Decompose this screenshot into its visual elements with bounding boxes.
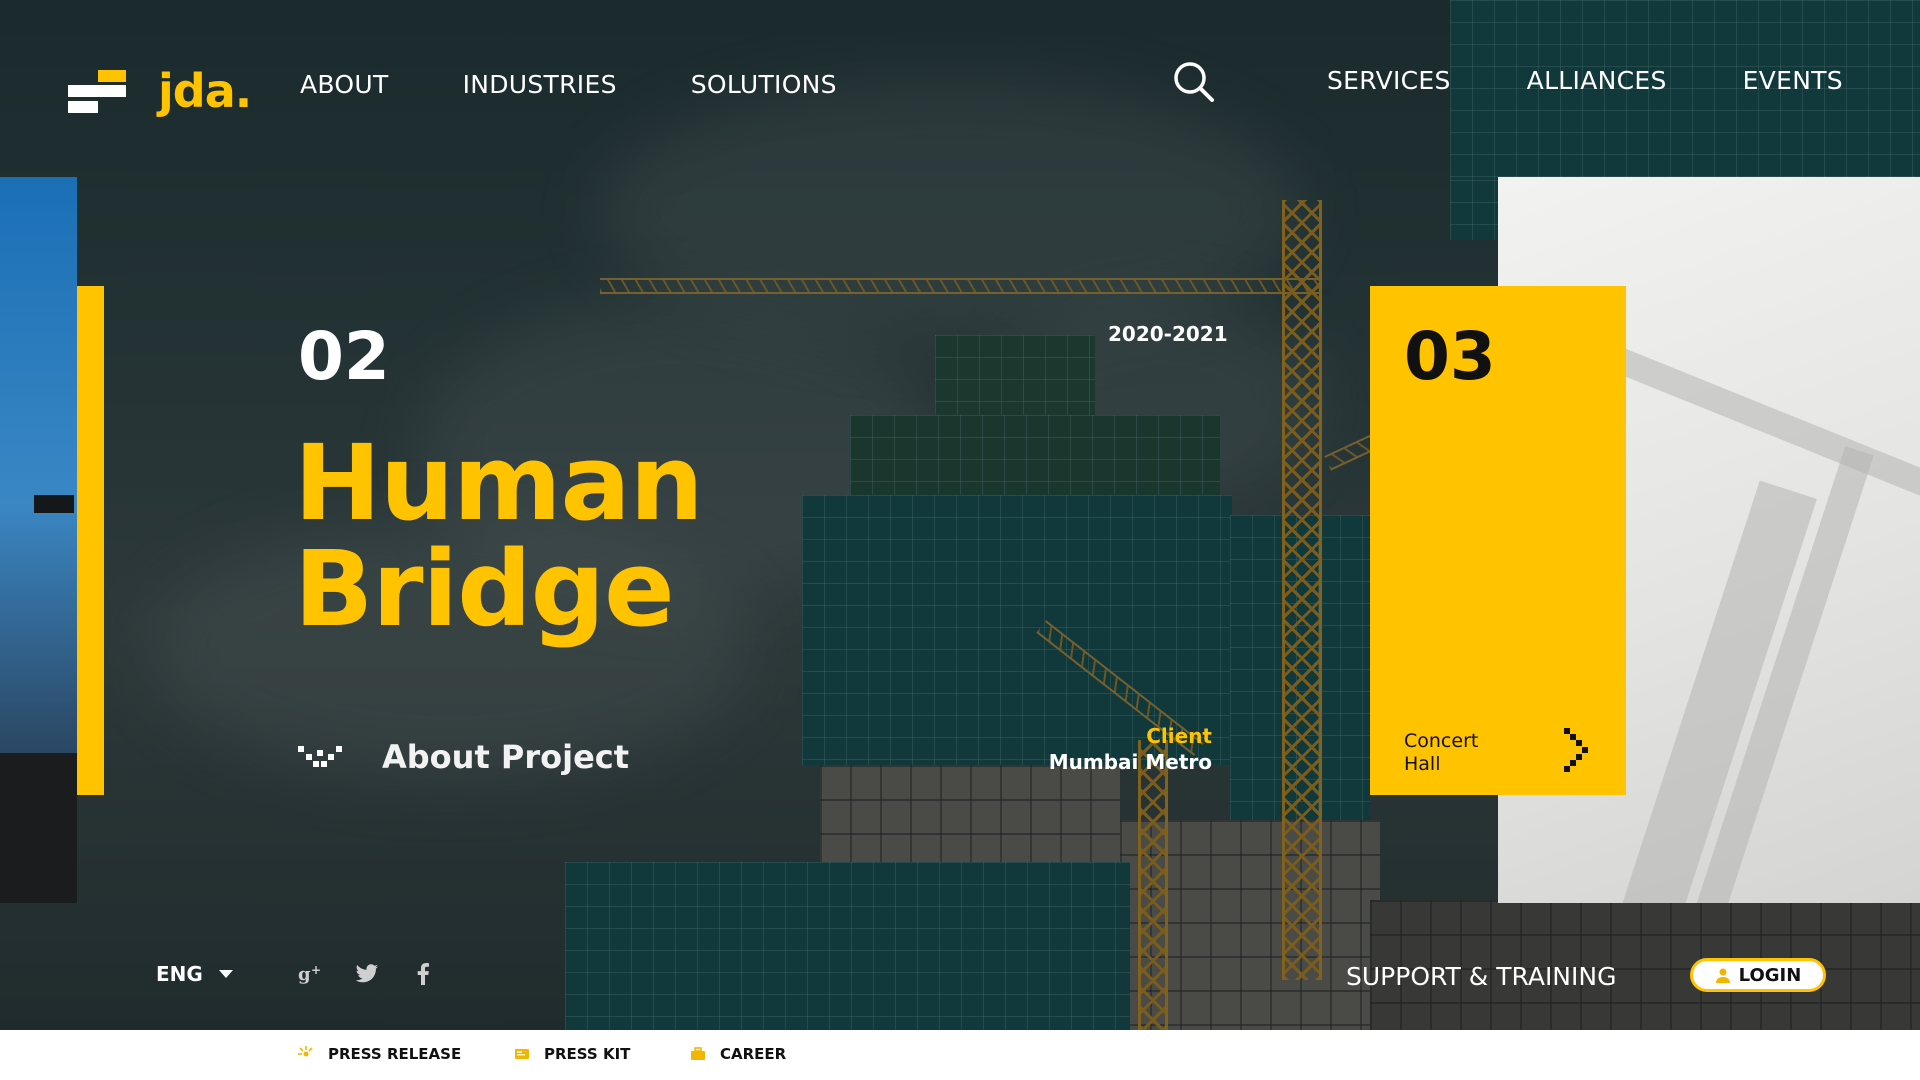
nav-item-about[interactable]: ABOUT — [300, 70, 389, 99]
client-info: Client Mumbai Metro — [1040, 724, 1212, 774]
project-number: 02 — [298, 318, 390, 395]
svg-text:g: g — [298, 964, 311, 985]
chevron-right-icon — [1564, 728, 1588, 772]
project-title-line-2: Bridge — [294, 528, 675, 650]
language-selector[interactable]: ENG — [156, 962, 233, 986]
twitter-icon[interactable] — [352, 960, 382, 988]
logo-wordmark: jda. — [158, 64, 252, 118]
accent-bar — [77, 286, 104, 795]
footer-bar: PRESS RELEASE PRESS KIT CAREER — [0, 1030, 1920, 1080]
logo[interactable]: jda. — [68, 64, 252, 118]
search-icon[interactable] — [1172, 60, 1216, 104]
client-name: Mumbai Metro — [1048, 750, 1212, 774]
login-button[interactable]: LOGIN — [1690, 958, 1826, 992]
project-title-line-1: Human — [294, 422, 704, 544]
google-plus-icon[interactable]: g + — [296, 960, 326, 988]
nav-item-events[interactable]: EVENTS — [1743, 66, 1843, 95]
press-release-icon — [298, 1046, 313, 1057]
nav-item-industries[interactable]: INDUSTRIES — [463, 70, 617, 99]
press-kit-icon — [515, 1049, 529, 1059]
nav-item-alliances[interactable]: ALLIANCES — [1527, 66, 1667, 95]
svg-text:+: + — [311, 963, 321, 977]
footer-link-label: PRESS RELEASE — [328, 1045, 462, 1063]
previous-project-panel[interactable] — [0, 177, 77, 903]
footer-link-press-kit[interactable]: PRESS KIT — [514, 1045, 630, 1063]
next-project-number: 03 — [1404, 318, 1496, 395]
social-links: g + — [296, 960, 438, 988]
footer-link-career[interactable]: CAREER — [690, 1045, 786, 1063]
client-label: Client — [1146, 724, 1212, 748]
footer-link-label: PRESS KIT — [544, 1045, 631, 1063]
logo-mark-icon — [68, 67, 128, 115]
nav-item-solutions[interactable]: SOLUTIONS — [691, 70, 837, 99]
footer-link-label: CAREER — [720, 1045, 787, 1063]
user-icon — [1715, 968, 1730, 983]
about-project-link[interactable]: About Project — [298, 738, 629, 776]
chevron-down-icon — [298, 746, 342, 767]
support-training-link[interactable]: SUPPORT & TRAINING — [1346, 962, 1616, 991]
next-project-card[interactable]: 03 Concert Hall — [1370, 286, 1626, 795]
next-project-name: Concert Hall — [1404, 730, 1479, 775]
login-label: LOGIN — [1738, 964, 1802, 986]
facebook-icon[interactable] — [408, 960, 438, 988]
footer-link-press-release[interactable]: PRESS RELEASE — [298, 1045, 461, 1063]
secondary-nav: SERVICES ALLIANCES EVENTS — [1327, 66, 1919, 95]
language-value: ENG — [156, 962, 203, 986]
caret-down-icon — [218, 970, 233, 978]
nav-item-services[interactable]: SERVICES — [1327, 66, 1451, 95]
about-project-label: About Project — [382, 738, 630, 776]
career-icon — [691, 1047, 705, 1060]
primary-nav: ABOUT INDUSTRIES SOLUTIONS — [300, 70, 911, 99]
project-title: Human Bridge — [294, 422, 704, 650]
project-years: 2020-2021 — [1108, 322, 1228, 346]
